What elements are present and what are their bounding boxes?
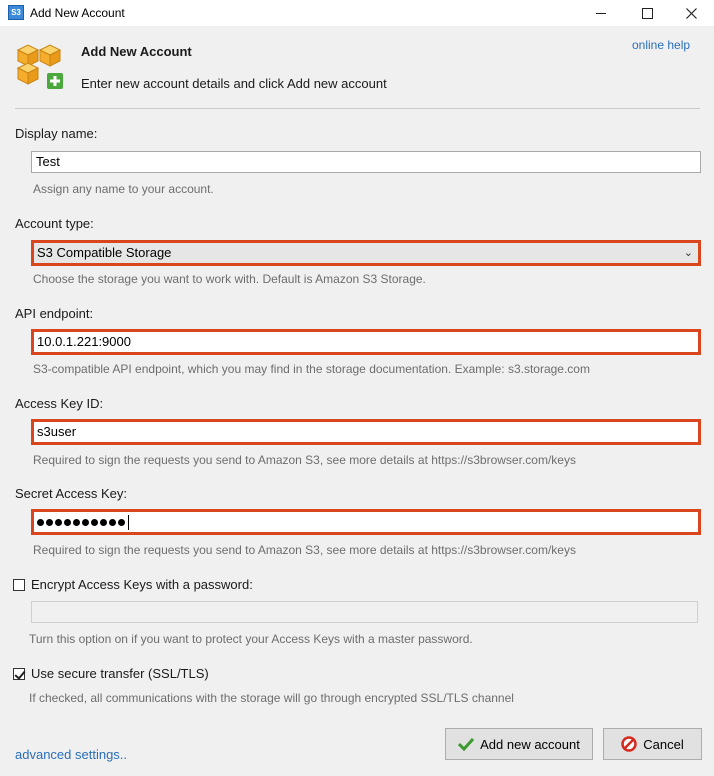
password-mask-dot <box>64 518 71 526</box>
header-title: Add New Account <box>81 44 192 59</box>
encrypt-checkbox[interactable] <box>13 578 25 591</box>
access-key-label: Access Key ID: <box>15 396 104 411</box>
cubes-add-icon <box>16 44 63 89</box>
text-caret <box>128 514 129 530</box>
advanced-settings-link[interactable]: advanced settings.. <box>15 747 127 762</box>
cancel-icon <box>621 736 638 752</box>
access-key-input[interactable]: s3user <box>31 419 701 445</box>
secret-key-input[interactable] <box>31 509 701 535</box>
api-endpoint-label: API endpoint: <box>15 306 94 321</box>
secure-checkbox[interactable] <box>13 667 25 680</box>
minimize-button[interactable] <box>578 0 624 26</box>
api-endpoint-hint: S3-compatible API endpoint, which you ma… <box>33 362 590 376</box>
maximize-icon <box>641 7 653 19</box>
access-key-hint: Required to sign the requests you send t… <box>33 453 576 467</box>
password-mask-dot <box>100 518 107 526</box>
password-mask-dot <box>55 518 62 526</box>
secret-key-hint: Required to sign the requests you send t… <box>33 543 576 557</box>
api-endpoint-input[interactable]: 10.0.1.221:9000 <box>31 329 701 355</box>
add-account-label: Add new account <box>480 736 580 752</box>
password-mask-dot <box>82 518 89 526</box>
checkmark-icon <box>458 737 475 751</box>
add-account-button[interactable]: Add new account <box>445 728 593 760</box>
encrypt-checkbox-row[interactable]: Encrypt Access Keys with a password: <box>13 577 253 592</box>
account-type-value: S3 Compatible Storage <box>37 245 172 260</box>
secure-hint: If checked, all communications with the … <box>29 691 514 705</box>
maximize-button[interactable] <box>624 0 670 26</box>
display-name-label: Display name: <box>15 126 98 141</box>
header-subtitle: Enter new account details and click Add … <box>81 76 387 91</box>
chevron-down-icon: ⌄ <box>683 247 693 259</box>
master-password-input <box>31 601 698 623</box>
password-mask-dot <box>46 518 53 526</box>
password-mask-dot <box>37 518 44 526</box>
window-title: Add New Account <box>30 6 125 20</box>
s3-app-icon: S3 <box>8 5 24 20</box>
secure-label: Use secure transfer (SSL/TLS) <box>31 666 209 681</box>
password-mask-dot <box>109 518 116 526</box>
cancel-button[interactable]: Cancel <box>603 728 702 760</box>
title-bar: S3 Add New Account <box>0 0 714 26</box>
account-type-label: Account type: <box>15 216 94 231</box>
close-button[interactable] <box>668 0 714 26</box>
minimize-icon <box>596 12 606 14</box>
account-type-select[interactable]: S3 Compatible Storage ⌄ <box>31 240 701 266</box>
secret-key-label: Secret Access Key: <box>15 486 127 501</box>
password-mask-dot <box>91 518 98 526</box>
secure-checkbox-row[interactable]: Use secure transfer (SSL/TLS) <box>13 666 209 681</box>
password-mask-dot <box>73 518 80 526</box>
encrypt-label: Encrypt Access Keys with a password: <box>31 577 253 592</box>
account-type-hint: Choose the storage you want to work with… <box>33 272 426 286</box>
cancel-label: Cancel <box>643 736 684 752</box>
close-icon <box>685 7 697 19</box>
header-divider <box>15 108 700 109</box>
online-help-link[interactable]: online help <box>632 38 690 52</box>
display-name-input[interactable]: Test <box>31 151 701 173</box>
display-name-hint: Assign any name to your account. <box>33 182 214 196</box>
encrypt-hint: Turn this option on if you want to prote… <box>29 632 473 646</box>
password-mask-dot <box>118 518 125 526</box>
